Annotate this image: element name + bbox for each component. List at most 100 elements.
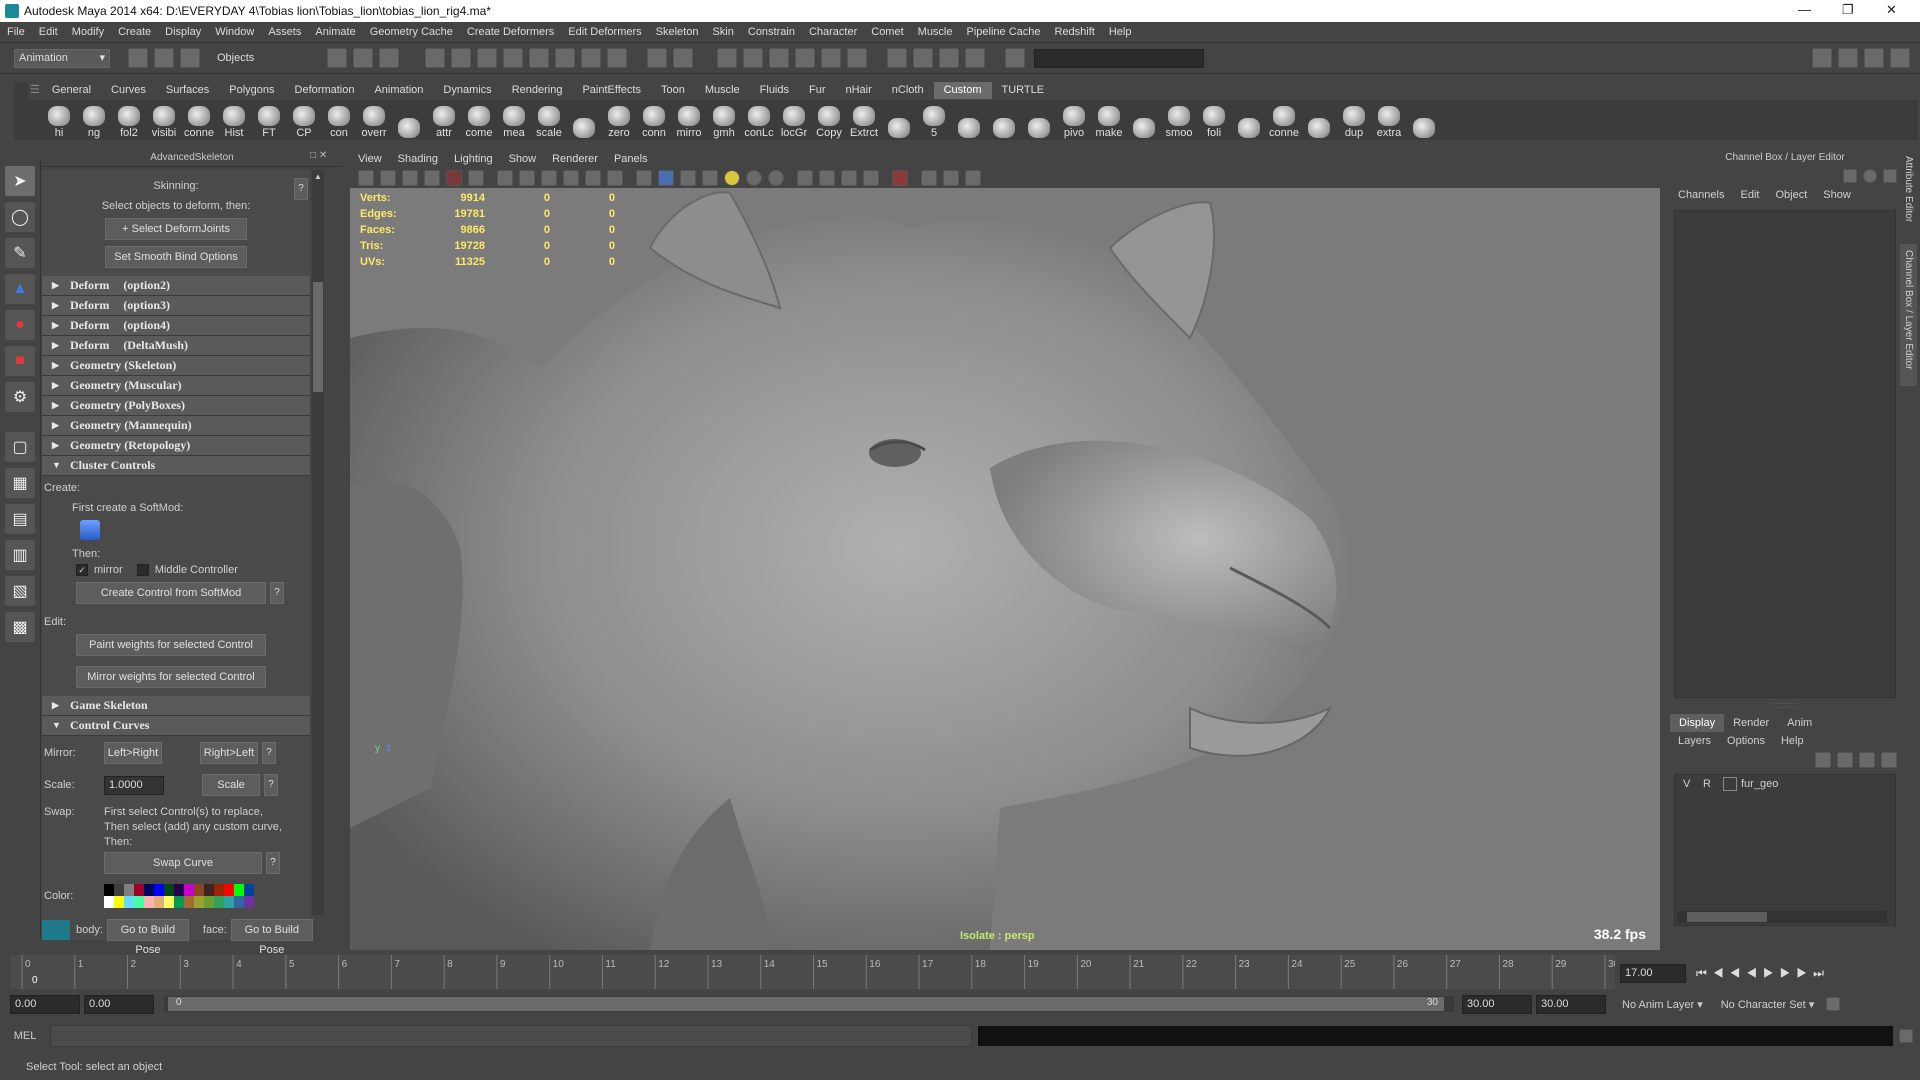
tab-curves[interactable]: Curves bbox=[101, 82, 156, 99]
shelf-button[interactable]: smoo bbox=[1162, 101, 1196, 139]
shelf-button[interactable]: overr bbox=[357, 101, 391, 139]
cb-menu-edit[interactable]: Edit bbox=[1732, 189, 1767, 201]
color-swatch[interactable] bbox=[244, 884, 254, 896]
hypershade-pane-icon[interactable]: ▧ bbox=[5, 576, 35, 606]
color-swatch[interactable] bbox=[174, 896, 184, 908]
shelf-button[interactable]: FT bbox=[252, 101, 286, 139]
shelf-button[interactable]: conne bbox=[182, 101, 216, 139]
panel-scrollbar[interactable]: ▲ bbox=[312, 170, 324, 915]
section-item[interactable]: ▶ Geometry (Retopology) bbox=[42, 436, 310, 456]
play-forward-icon[interactable]: ▶ bbox=[1763, 966, 1780, 980]
body-build-pose-button[interactable]: Go to Build Pose bbox=[106, 919, 189, 956]
anim-start-field[interactable]: 0.00 bbox=[10, 994, 80, 1014]
safe-action-icon[interactable] bbox=[607, 170, 623, 186]
wireframe-icon[interactable] bbox=[636, 170, 652, 186]
layer-color-swatch[interactable] bbox=[1723, 777, 1737, 791]
color-swatch[interactable] bbox=[244, 896, 254, 908]
mirror-weights-button[interactable]: Mirror weights for selected Control bbox=[76, 666, 266, 688]
current-frame-field[interactable]: 17.00 bbox=[1620, 963, 1686, 983]
section-control-curves[interactable]: ▼ Control Curves bbox=[42, 716, 310, 736]
shelf-button[interactable] bbox=[392, 101, 426, 139]
select-tool-icon[interactable]: ➤ bbox=[5, 166, 35, 196]
paint-select-icon[interactable]: ✎ bbox=[5, 238, 35, 268]
minimize-icon[interactable]: — bbox=[1798, 2, 1811, 17]
scale-input[interactable]: 1.0000 bbox=[104, 775, 164, 795]
script-editor-icon[interactable] bbox=[1899, 1029, 1913, 1043]
color-swatch[interactable] bbox=[204, 896, 214, 908]
select-component-icon[interactable] bbox=[379, 48, 400, 68]
color-swatch[interactable] bbox=[194, 896, 204, 908]
color-swatch[interactable] bbox=[104, 884, 114, 896]
menu-character[interactable]: Character bbox=[802, 22, 864, 42]
time-slider[interactable]: 0 1 2 3 4 5 6 7 8 9 10 11 12 13 14 15 16 17 18 19 20 21 22 23 24… bbox=[10, 955, 1615, 989]
section-item[interactable]: ▶ Deform (option3) bbox=[42, 296, 310, 316]
menu-skeleton[interactable]: Skeleton bbox=[649, 22, 706, 42]
shelf-button[interactable]: fol2 bbox=[112, 101, 146, 139]
color-swatch[interactable] bbox=[214, 896, 224, 908]
menu-skin[interactable]: Skin bbox=[705, 22, 740, 42]
step-key-back-icon[interactable]: ◀ bbox=[1730, 966, 1747, 980]
menu-create[interactable]: Create bbox=[111, 22, 158, 42]
left-right-button[interactable]: Left>Right bbox=[104, 742, 162, 764]
scale-button[interactable]: Scale bbox=[202, 774, 260, 796]
selection-mode-label[interactable]: Objects bbox=[217, 52, 254, 64]
vp-menu-view[interactable]: View bbox=[350, 150, 390, 168]
frame-all-icon[interactable] bbox=[943, 170, 959, 186]
scroll-up-icon[interactable]: ▲ bbox=[313, 172, 323, 182]
grid-icon[interactable] bbox=[497, 170, 513, 186]
last-tool-icon[interactable]: ⚙ bbox=[5, 382, 35, 412]
sidebar-toggle-1-icon[interactable] bbox=[1812, 48, 1832, 68]
menu-display[interactable]: Display bbox=[158, 22, 208, 42]
four-pane-icon[interactable]: ▦ bbox=[5, 468, 35, 498]
color-swatch[interactable] bbox=[154, 896, 164, 908]
layer-name[interactable]: fur_geo bbox=[1741, 778, 1778, 790]
skinning-help-button[interactable]: ? bbox=[294, 178, 308, 200]
select-deform-joints-button[interactable]: + Select DeformJoints bbox=[105, 218, 247, 240]
menu-pipeline-cache[interactable]: Pipeline Cache bbox=[960, 22, 1048, 42]
shelf-button[interactable] bbox=[987, 101, 1021, 139]
open-scene-icon[interactable] bbox=[154, 48, 174, 68]
vp-menu-shading[interactable]: Shading bbox=[390, 150, 446, 168]
make-live-icon[interactable] bbox=[821, 48, 842, 68]
color-swatch[interactable] bbox=[144, 884, 154, 896]
mirror-checkbox[interactable]: ✓ bbox=[76, 564, 88, 576]
menu-create-deformers[interactable]: Create Deformers bbox=[460, 22, 561, 42]
anim-end-field[interactable]: 30.00 bbox=[1536, 994, 1606, 1014]
bookmark-icon[interactable] bbox=[402, 170, 418, 186]
sidebar-toggle-3-icon[interactable] bbox=[1864, 48, 1884, 68]
color-swatch[interactable] bbox=[144, 896, 154, 908]
menu-constrain[interactable]: Constrain bbox=[741, 22, 802, 42]
section-item[interactable]: ▶ Geometry (Muscular) bbox=[42, 376, 310, 396]
cb-menu-channels[interactable]: Channels bbox=[1670, 189, 1732, 201]
2d-pan-icon[interactable] bbox=[446, 170, 462, 186]
mask-misc-icon[interactable] bbox=[607, 48, 628, 68]
layer-menu-help[interactable]: Help bbox=[1773, 735, 1812, 747]
shelf-button[interactable]: conne bbox=[1267, 101, 1301, 139]
new-layer-icon[interactable] bbox=[1859, 752, 1875, 768]
shelf-button[interactable]: conn bbox=[637, 101, 671, 139]
face-build-pose-button[interactable]: Go to Build Pose bbox=[230, 919, 313, 956]
shelf-button[interactable] bbox=[1127, 101, 1161, 139]
shelf-button[interactable]: gmh bbox=[707, 101, 741, 139]
command-input[interactable] bbox=[50, 1025, 972, 1047]
outliner-pane-icon[interactable]: ▤ bbox=[5, 504, 35, 534]
color-swatch[interactable] bbox=[134, 884, 144, 896]
shelf-menu-icon[interactable] bbox=[14, 82, 28, 140]
tab-deformation[interactable]: Deformation bbox=[285, 82, 365, 99]
color-swatch[interactable] bbox=[164, 896, 174, 908]
shelf-button[interactable] bbox=[1232, 101, 1266, 139]
shelf-button[interactable]: make bbox=[1092, 101, 1126, 139]
color-swatch[interactable] bbox=[224, 884, 234, 896]
shelf-button[interactable] bbox=[952, 101, 986, 139]
color-swatch[interactable] bbox=[114, 884, 124, 896]
snap-grid-icon[interactable] bbox=[717, 48, 738, 68]
tab-turtle[interactable]: TURTLE bbox=[992, 82, 1055, 99]
ipr-render-icon[interactable] bbox=[939, 48, 960, 68]
single-pane-icon[interactable]: ▢ bbox=[5, 432, 35, 462]
section-item[interactable]: ▶ Deform (option2) bbox=[42, 276, 310, 296]
shelf-button[interactable]: scale bbox=[532, 101, 566, 139]
menu-window[interactable]: Window bbox=[208, 22, 261, 42]
render-settings-icon[interactable] bbox=[965, 48, 986, 68]
menu-assets[interactable]: Assets bbox=[261, 22, 308, 42]
textured-icon[interactable] bbox=[702, 170, 718, 186]
